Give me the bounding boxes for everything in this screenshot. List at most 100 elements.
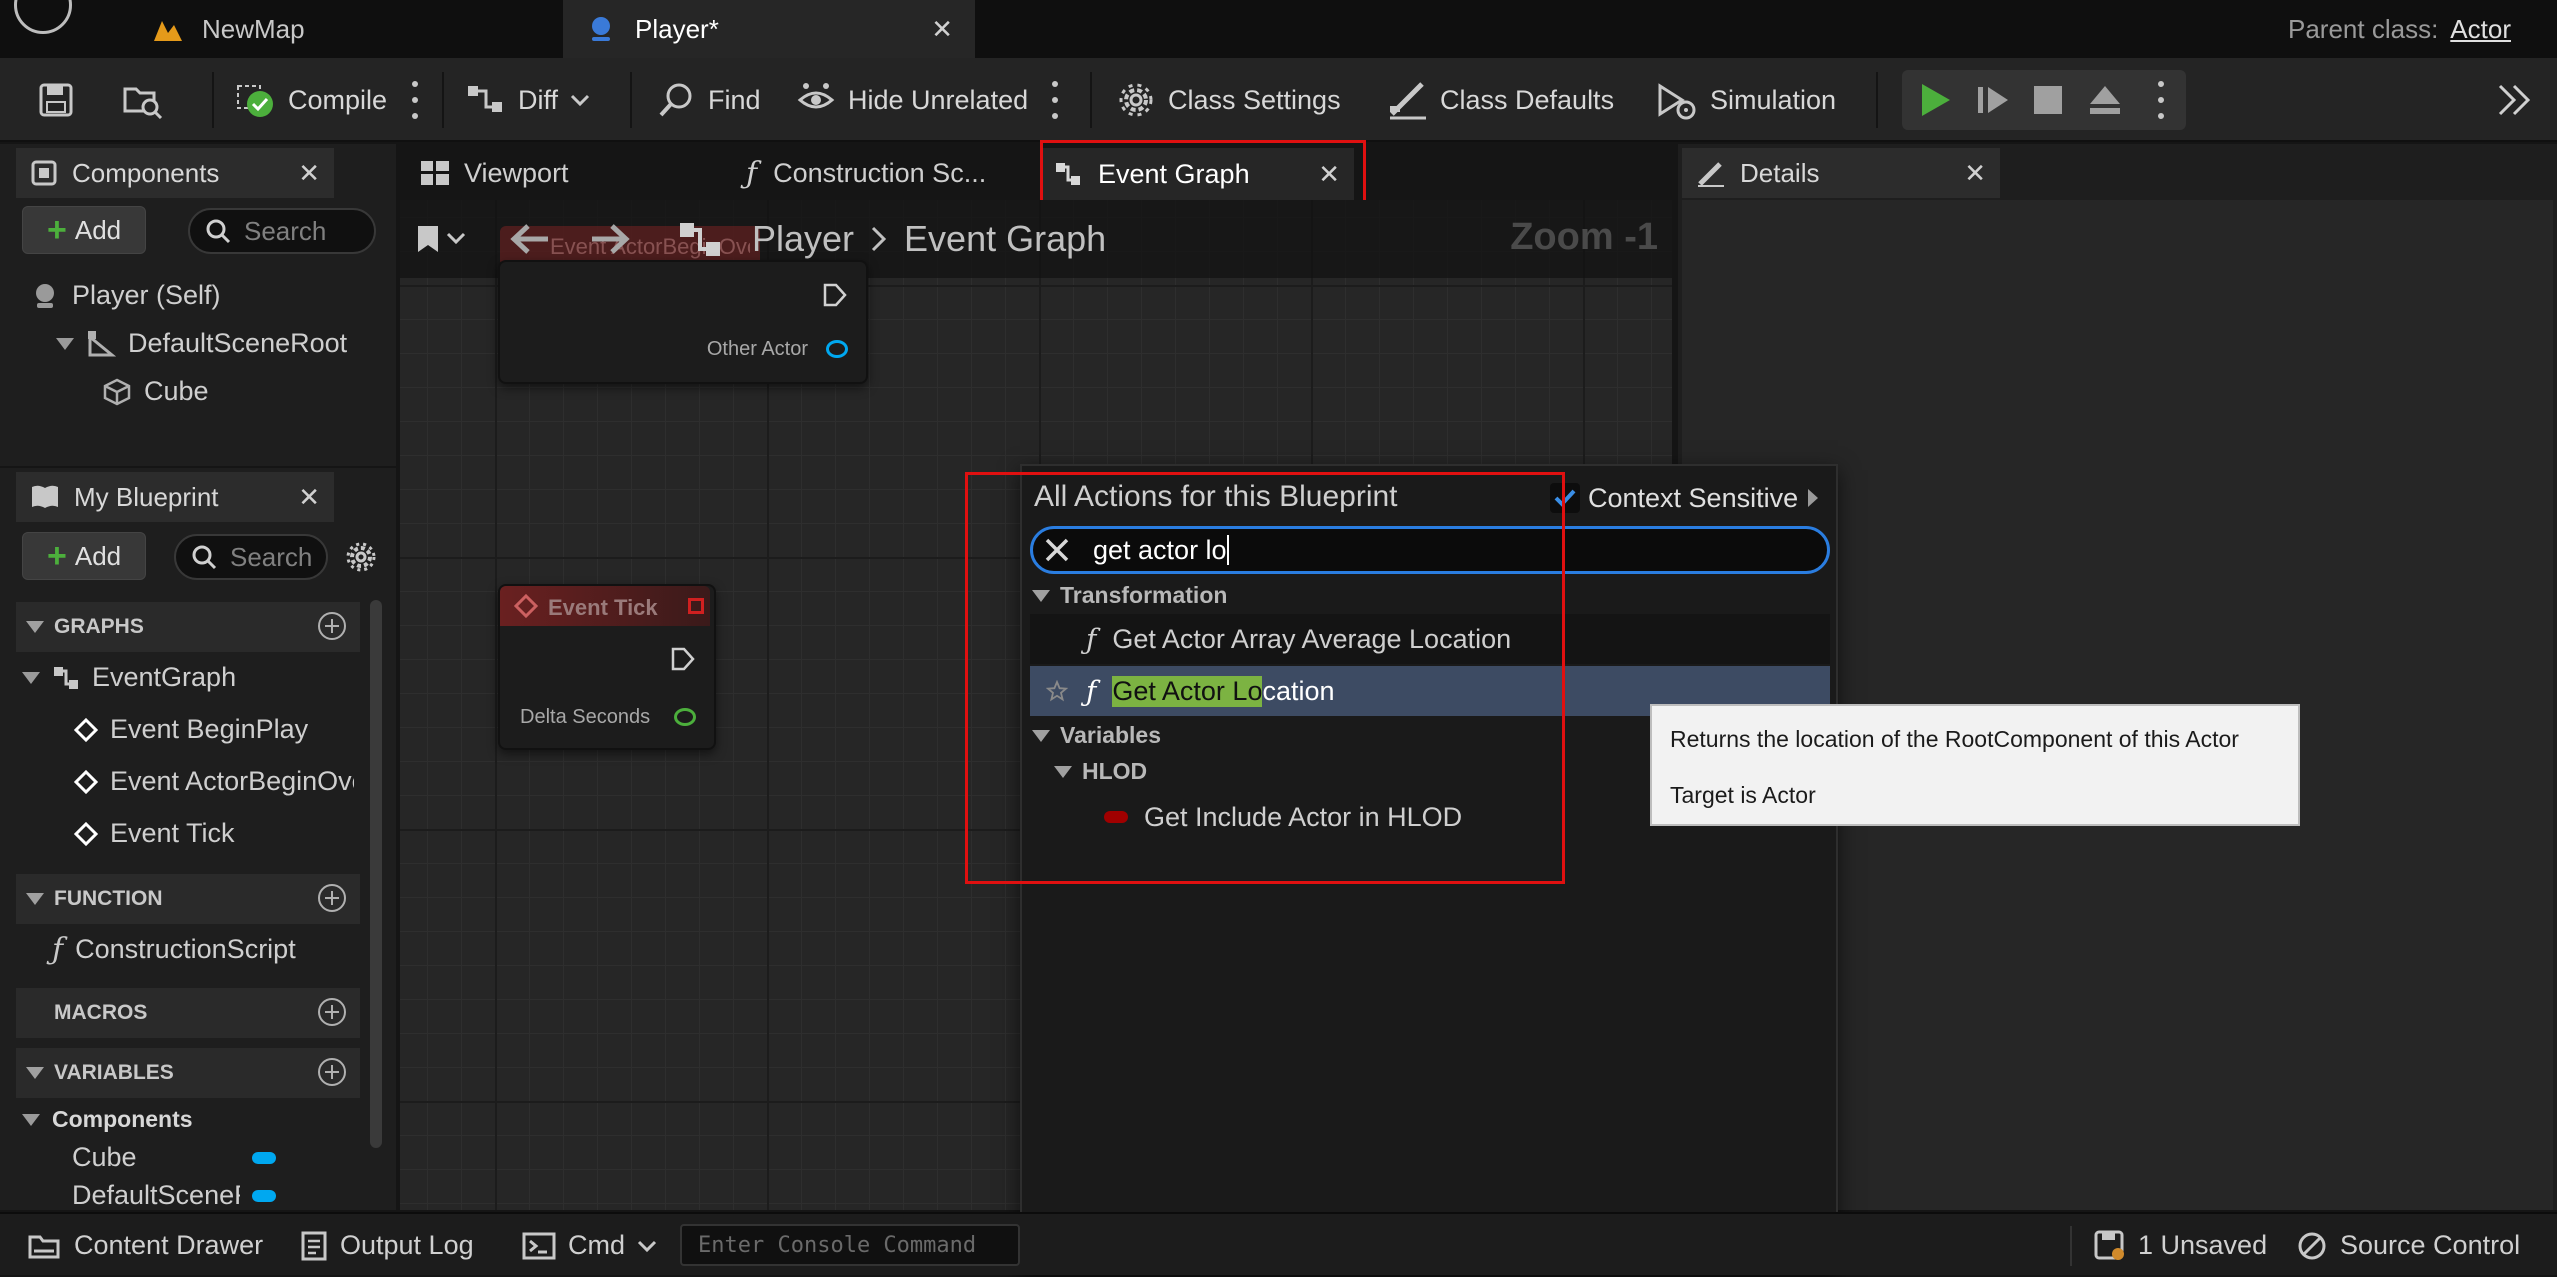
source-control-label: Source Control xyxy=(2340,1230,2521,1260)
tree-item-cube[interactable]: Cube xyxy=(102,376,209,407)
macros-section[interactable]: MACROS xyxy=(16,988,360,1038)
add-member-button[interactable]: + Add xyxy=(22,532,147,580)
play-options-icon[interactable] xyxy=(2156,76,2166,124)
unsaved-save-icon xyxy=(2094,1230,2126,1262)
object-type-pill-icon xyxy=(252,1151,276,1164)
close-icon[interactable]: ✕ xyxy=(1964,158,1986,189)
tree-item-event-beginplay[interactable]: Event BeginPlay xyxy=(74,714,308,745)
diff-button[interactable]: Diff xyxy=(466,58,590,142)
parent-class-link[interactable]: Actor xyxy=(2450,14,2511,45)
source-control-button[interactable]: Source Control xyxy=(2296,1214,2520,1277)
zoom-level: Zoom -1 xyxy=(1510,216,1658,258)
tree-item-event-graph[interactable]: EventGraph xyxy=(22,662,236,693)
delegate-pin-icon[interactable] xyxy=(688,598,704,614)
add-variable-icon[interactable] xyxy=(318,1058,346,1086)
tree-item-construction-script[interactable]: ƒ ConstructionScript xyxy=(52,932,296,967)
my-blueprint-search-input[interactable]: Search xyxy=(174,534,328,580)
output-log-button[interactable]: Output Log xyxy=(300,1214,474,1277)
event-node-tick[interactable]: Event Tick Delta Seconds xyxy=(498,584,716,750)
breadcrumb-root[interactable]: Player xyxy=(752,218,854,260)
hide-unrelated-icon xyxy=(796,82,836,118)
context-sensitive-toggle[interactable]: Context Sensitive xyxy=(1550,478,1820,518)
add-function-icon[interactable] xyxy=(318,884,346,912)
graphs-section[interactable]: GRAPHS xyxy=(16,602,360,652)
compile-button[interactable]: Compile xyxy=(236,58,387,142)
tree-item-label: Event BeginPlay xyxy=(110,714,309,744)
tree-item-label: ConstructionScript xyxy=(75,934,296,964)
tree-item-player-self[interactable]: Player (Self) xyxy=(30,280,221,311)
add-component-button[interactable]: + Add xyxy=(22,206,147,254)
step-button[interactable] xyxy=(1976,58,2010,142)
doc-tab-newmap[interactable]: NewMap xyxy=(130,0,560,58)
output-log-icon xyxy=(300,1230,328,1262)
toolbar-divider xyxy=(212,72,214,128)
components-search-input[interactable]: Search xyxy=(188,208,376,254)
pin-label-other-actor: Other Actor xyxy=(706,338,808,360)
simulation-button[interactable]: Simulation xyxy=(1656,58,1836,142)
find-button[interactable]: Find xyxy=(656,58,761,142)
components-tab[interactable]: Components ✕ xyxy=(16,148,334,198)
viewport-icon xyxy=(420,160,450,186)
status-divider xyxy=(2070,1226,2072,1266)
details-tab[interactable]: Details ✕ xyxy=(1682,148,2000,198)
my-blueprint-tab[interactable]: My Blueprint ✕ xyxy=(16,472,334,522)
browse-button[interactable] xyxy=(122,58,164,142)
unsaved-button[interactable]: 1 Unsaved xyxy=(2094,1214,2267,1277)
function-icon: ƒ xyxy=(52,932,64,967)
title-bar: NewMap Player* ✕ Parent class: Actor xyxy=(0,0,2557,58)
chevron-down-icon xyxy=(570,93,590,107)
console-command-input[interactable]: Enter Console Command xyxy=(680,1224,1020,1266)
float-pin-icon[interactable] xyxy=(674,708,696,726)
add-graph-icon[interactable] xyxy=(318,612,346,640)
tree-item-event-tick[interactable]: Event Tick xyxy=(74,818,235,849)
bookmark-icon[interactable] xyxy=(416,224,468,254)
cmd-dropdown[interactable]: Cmd xyxy=(522,1214,657,1277)
hide-unrelated-button[interactable]: Hide Unrelated xyxy=(796,58,1028,142)
scrollbar[interactable] xyxy=(370,600,382,1148)
exec-out-pin-icon[interactable] xyxy=(670,646,696,672)
settings-gear-icon[interactable] xyxy=(344,540,378,574)
content-drawer-button[interactable]: Content Drawer xyxy=(28,1214,263,1277)
forward-arrow-icon[interactable] xyxy=(590,222,630,256)
variables-section[interactable]: VARIABLES xyxy=(16,1048,360,1098)
close-icon[interactable]: ✕ xyxy=(298,482,320,513)
eject-button[interactable] xyxy=(2088,58,2122,142)
back-arrow-icon[interactable] xyxy=(510,222,550,256)
compile-success-icon xyxy=(236,80,276,120)
object-pin-icon[interactable] xyxy=(826,340,848,358)
function-section[interactable]: FUNCTION xyxy=(16,874,360,924)
unreal-logo-icon[interactable] xyxy=(14,0,72,34)
tab-construction-script[interactable]: ƒ Construction Sc... xyxy=(736,148,996,198)
variable-category-components[interactable]: Components xyxy=(22,1106,193,1133)
expand-arrow-icon[interactable] xyxy=(22,671,40,684)
expand-toolbar-button[interactable] xyxy=(2496,58,2532,142)
tab-label: Construction Sc... xyxy=(773,157,987,188)
static-mesh-icon xyxy=(102,377,132,407)
event-node-actorbeginoverlap[interactable]: Other Actor xyxy=(498,260,868,384)
exec-out-pin-icon[interactable] xyxy=(822,282,848,308)
breadcrumb-leaf: Event Graph xyxy=(904,218,1107,259)
class-defaults-button[interactable]: Class Defaults xyxy=(1386,58,1614,142)
close-icon[interactable]: ✕ xyxy=(931,14,953,45)
class-settings-button[interactable]: Class Settings xyxy=(1116,58,1341,142)
parent-class-label: Parent class: xyxy=(2288,13,2439,44)
stop-button[interactable] xyxy=(2032,58,2064,142)
tree-item-label: EventGraph xyxy=(92,662,237,692)
variable-item-default-scene-root[interactable]: DefaultSceneRoot xyxy=(72,1180,276,1210)
add-macro-icon[interactable] xyxy=(318,998,346,1026)
expand-arrow-icon[interactable] xyxy=(56,337,74,350)
find-label: Find xyxy=(708,84,761,115)
tab-viewport[interactable]: Viewport xyxy=(410,148,579,198)
variable-item-cube[interactable]: Cube xyxy=(72,1142,276,1173)
close-icon[interactable]: ✕ xyxy=(298,158,320,189)
compile-options-icon[interactable] xyxy=(410,76,420,124)
more-options-icon[interactable] xyxy=(1050,76,1060,124)
tooltip-line-1: Returns the location of the RootComponen… xyxy=(1670,726,2239,752)
tree-item-event-actorbeginoverlap[interactable]: Event ActorBeginOverlap xyxy=(74,766,354,797)
tree-item-default-scene-root[interactable]: DefaultSceneRoot xyxy=(56,328,347,359)
play-button[interactable] xyxy=(1918,58,1952,142)
terminal-icon xyxy=(522,1231,556,1261)
pin-label-delta-seconds: Delta Seconds xyxy=(520,706,651,728)
save-button[interactable] xyxy=(38,58,74,142)
doc-tab-player[interactable]: Player* ✕ xyxy=(563,0,975,58)
